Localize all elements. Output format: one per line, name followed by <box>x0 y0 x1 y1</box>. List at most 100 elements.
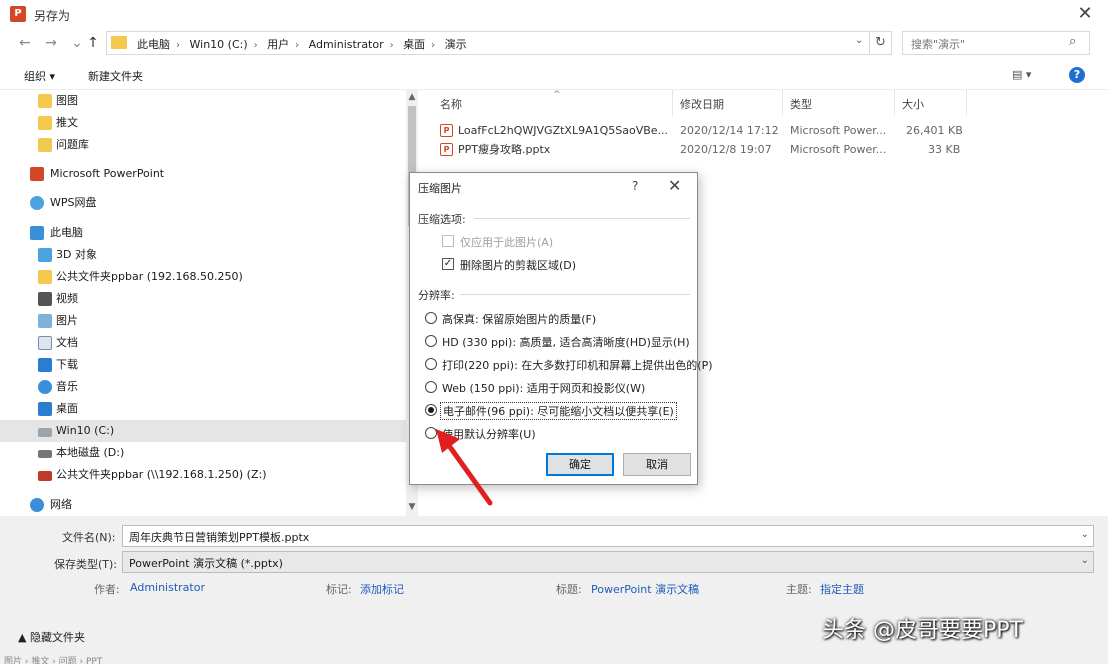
column-divider[interactable] <box>782 90 783 116</box>
tags-value[interactable]: 添加标记 <box>360 581 404 597</box>
filename-field[interactable]: 周年庆典节日营销策划PPT模板.pptx ⌄ <box>122 525 1094 547</box>
sidebar-item[interactable]: 网络 <box>0 494 406 516</box>
folder-icon <box>38 116 52 130</box>
music-icon <box>38 380 52 394</box>
command-bar: 组织 ▾ 新建文件夹 ▤ ▾ ? <box>0 60 1108 90</box>
sidebar-item-selected[interactable]: Win10 (C:) <box>0 420 406 442</box>
forward-button[interactable]: → <box>42 33 60 53</box>
title-label: 标题: <box>556 583 582 596</box>
breadcrumb-item[interactable]: Administrator <box>309 38 384 51</box>
desktop-icon <box>38 402 52 416</box>
resolution-radio-print[interactable] <box>425 358 437 370</box>
author-label: 作者: <box>94 583 120 596</box>
file-date: 2020/12/8 19:07 <box>680 143 772 156</box>
sidebar-item[interactable]: 下载 <box>0 354 406 376</box>
sidebar-item-label: 桌面 <box>56 402 78 415</box>
sidebar-item[interactable]: 公共文件夹ppbar (192.168.50.250) <box>0 266 406 288</box>
sidebar-item[interactable]: 公共文件夹ppbar (\\192.168.1.250) (Z:) <box>0 464 406 486</box>
breadcrumb-item[interactable]: 用户 <box>267 38 289 51</box>
folder-icon <box>111 36 127 49</box>
sidebar-item[interactable]: 此电脑 <box>0 222 406 244</box>
column-header-type[interactable]: 类型 <box>790 96 812 112</box>
dialog-help-button[interactable]: ? <box>632 179 638 193</box>
only-this-picture-checkbox[interactable] <box>442 235 454 247</box>
video-icon <box>38 292 52 306</box>
sidebar-item-label: 本地磁盘 (D:) <box>56 446 125 459</box>
scroll-up-arrow-icon[interactable]: ▲ <box>406 92 418 102</box>
sidebar-item[interactable]: Microsoft PowerPoint <box>0 163 406 185</box>
breadcrumb-item[interactable]: 此电脑 <box>137 38 170 51</box>
sidebar-item-label: 图片 <box>56 314 78 327</box>
chevron-down-icon[interactable]: ⌄ <box>1081 529 1089 540</box>
column-header-name[interactable]: 名称 <box>440 96 462 112</box>
sidebar-item[interactable]: 文档 <box>0 332 406 354</box>
column-divider[interactable] <box>894 90 895 116</box>
sidebar-item[interactable]: 3D 对象 <box>0 244 406 266</box>
dialog-title-bar: 压缩图片 ? ✕ <box>410 173 697 201</box>
drive-icon <box>38 428 52 437</box>
savetype-select[interactable]: PowerPoint 演示文稿 (*.pptx) ⌄ <box>122 551 1094 573</box>
resolution-option-label: HD (330 ppi): 高质量, 适合高清晰度(HD)显示(H) <box>442 336 690 349</box>
column-divider[interactable] <box>672 90 673 116</box>
resolution-option-label: 高保真: 保留原始图片的质量(F) <box>442 313 597 326</box>
sidebar-item[interactable]: 音乐 <box>0 376 406 398</box>
sidebar-item-label: 网络 <box>50 498 72 511</box>
column-header-date[interactable]: 修改日期 <box>680 96 724 112</box>
address-bar[interactable]: 此电脑 › Win10 (C:) › 用户 › Administrator › 桌面 › … <box>106 31 870 55</box>
breadcrumb-separator: › <box>431 40 436 51</box>
file-row[interactable]: P LoafFcL2hQWJVGZtXL9A1Q5SaoVBe... 2020/… <box>418 121 978 140</box>
file-name: PPT瘦身攻略.pptx <box>458 143 551 156</box>
column-divider[interactable] <box>966 90 967 116</box>
sidebar-item[interactable]: 问题库 <box>0 134 406 156</box>
sidebar-item[interactable]: WPS网盘 <box>0 192 406 214</box>
resolution-radio-web[interactable] <box>425 381 437 393</box>
resolution-radio-high-fidelity[interactable] <box>425 312 437 324</box>
delete-cropped-areas-label: 删除图片的剪裁区域(D) <box>460 259 577 272</box>
view-options-button[interactable]: ▤ ▾ <box>1012 68 1031 81</box>
sidebar-item[interactable]: 图片 <box>0 310 406 332</box>
sidebar-item-label: 问题库 <box>56 138 89 151</box>
dialog-close-button[interactable]: ✕ <box>668 176 681 195</box>
resolution-radio-hd[interactable] <box>425 335 437 347</box>
tags-label: 标记: <box>326 583 352 596</box>
only-this-picture-label: 仅应用于此图片(A) <box>460 236 554 249</box>
subject-value[interactable]: 指定主题 <box>820 581 864 597</box>
file-row[interactable]: P PPT瘦身攻略.pptx 2020/12/8 19:07 Microsoft… <box>418 140 978 159</box>
search-input[interactable]: 搜索"演示" ⌕ <box>902 31 1090 55</box>
cancel-button[interactable]: 取消 <box>623 453 691 476</box>
delete-cropped-areas-checkbox[interactable]: ✓ <box>442 258 454 270</box>
cube-icon <box>38 248 52 262</box>
computer-icon <box>30 226 44 240</box>
up-button[interactable]: ↑ <box>84 33 102 53</box>
close-window-button[interactable]: ✕ <box>1072 3 1098 25</box>
document-icon <box>38 336 52 350</box>
breadcrumb-item[interactable]: Win10 (C:) <box>190 38 248 51</box>
author-value[interactable]: Administrator <box>130 581 205 594</box>
ok-button[interactable]: 确定 <box>546 453 614 476</box>
refresh-button[interactable]: ↻ <box>870 31 892 55</box>
chevron-down-icon[interactable]: ⌄ <box>855 35 863 46</box>
file-name: LoafFcL2hQWJVGZtXL9A1Q5SaoVBe... <box>458 124 669 137</box>
breadcrumb-item[interactable]: 桌面 <box>403 38 425 51</box>
organize-button[interactable]: 组织 ▾ <box>24 68 55 84</box>
breadcrumb-item[interactable]: 演示 <box>445 38 467 51</box>
resolution-radio-email[interactable] <box>425 404 437 416</box>
network-drive-icon <box>38 471 52 481</box>
search-icon[interactable]: ⌕ <box>1069 34 1076 49</box>
hide-folders-button[interactable]: ▲ 隐藏文件夹 <box>18 629 85 645</box>
arrow-shaft <box>447 444 493 506</box>
file-date: 2020/12/14 17:12 <box>680 124 779 137</box>
sidebar-item[interactable]: 视频 <box>0 288 406 310</box>
sidebar-item[interactable]: 本地磁盘 (D:) <box>0 442 406 464</box>
column-header-size[interactable]: 大小 <box>902 96 924 112</box>
back-button[interactable]: ← <box>16 33 34 53</box>
new-folder-button[interactable]: 新建文件夹 <box>88 68 143 84</box>
sidebar-item[interactable]: 桌面 <box>0 398 406 420</box>
chevron-down-icon[interactable]: ⌄ <box>1081 555 1089 566</box>
sidebar-item-label: Microsoft PowerPoint <box>50 167 165 180</box>
scroll-down-arrow-icon[interactable]: ▼ <box>406 502 418 512</box>
title-value[interactable]: PowerPoint 演示文稿 <box>591 581 699 597</box>
sidebar-item[interactable]: 图图 <box>0 90 406 112</box>
help-button[interactable]: ? <box>1069 67 1085 83</box>
sidebar-item[interactable]: 推文 <box>0 112 406 134</box>
